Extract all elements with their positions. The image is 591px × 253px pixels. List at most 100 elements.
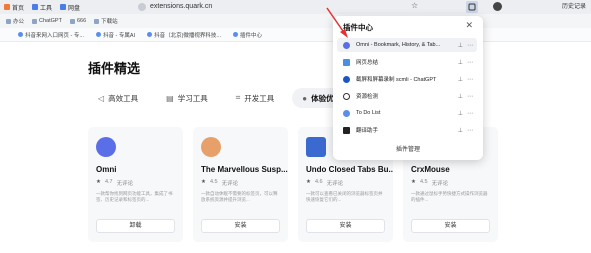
card-meta: ★ 4.5 无评论 [201, 179, 238, 187]
more-icon[interactable]: ⋯ [467, 93, 473, 100]
bookmark-label: 666 [76, 18, 87, 24]
more-icon[interactable]: ⋯ [467, 127, 473, 134]
page-link[interactable]: 抖音 - 专属AI [92, 31, 139, 39]
tab-drive[interactable]: 网盘 [56, 0, 84, 14]
page-icon [18, 32, 23, 37]
tab-label: 网盘 [68, 5, 81, 12]
page-link-label: 抖音（北京)微播视界科技... [154, 32, 221, 39]
card-title: The Marvellous Susp... [201, 165, 288, 174]
home-icon [4, 4, 10, 10]
uninstall-button[interactable]: 卸载 [96, 219, 175, 233]
page-icon [95, 32, 101, 37]
address-bar[interactable]: extensions.quark.cn [150, 0, 212, 14]
pin-icon[interactable]: ⊥ [458, 59, 463, 66]
pin-icon[interactable]: ⊥ [458, 42, 463, 49]
popup-extension-item[interactable]: 网页总结 ⊥ ⋯ [337, 55, 477, 69]
popup-extension-item[interactable]: 翻译助手 ⊥ ⋯ [337, 123, 477, 137]
card-description: 一款自动休眠不需要的标签页，可以释放系统资源并提升浏览... [201, 191, 278, 202]
install-button[interactable]: 安装 [411, 219, 490, 233]
card-note: 无评论 [431, 181, 449, 187]
star-icon: ★ [411, 179, 416, 185]
extension-card[interactable]: Omni ★ 4.7 无评论 一款帮你找到网页功能工具，集成了书签、历史记录和标签页… [88, 127, 183, 242]
undo-tabs-logo-icon [306, 137, 326, 157]
todo-icon [343, 109, 350, 117]
pin-icon[interactable]: ⊥ [458, 93, 463, 100]
page-link[interactable]: 抖音（北京)微播视界科技... [143, 31, 225, 39]
folder-icon [6, 18, 11, 24]
page-icon [233, 32, 238, 37]
cloud-drive-icon [60, 4, 67, 10]
bookmark-item[interactable]: 666 [66, 18, 90, 24]
history-button[interactable]: 历史记录 [562, 0, 586, 14]
more-icon[interactable]: ⋯ [467, 76, 473, 83]
manage-extensions-link[interactable]: 插件管理 [333, 144, 483, 153]
tab-tools[interactable]: 工具 [28, 0, 56, 14]
tab-label: 首页 [12, 5, 25, 12]
popup-extension-item[interactable]: 截屏和屏幕录制 scmli - ChatGPT ⊥ ⋯ [337, 72, 477, 86]
summary-icon [343, 58, 350, 66]
card-note: 无评论 [221, 181, 239, 187]
bookmark-item[interactable]: 办公 [2, 17, 28, 25]
puzzle-icon [468, 3, 476, 11]
card-meta: ★ 4.6 无评论 [306, 179, 343, 187]
card-meta: ★ 4.7 无评论 [96, 179, 133, 187]
card-description: 一款帮你找到网页功能工具，集成了书签、历史记录和标签页的... [96, 191, 173, 202]
bookmark-label: 办公 [13, 19, 25, 25]
star-icon: ★ [96, 179, 101, 185]
folder-icon [69, 18, 75, 24]
bookmark-star-icon[interactable]: ☆ [411, 1, 418, 10]
suspender-logo-icon [201, 137, 221, 157]
avatar[interactable] [493, 2, 502, 11]
bookmark-item[interactable]: 下载站 [90, 17, 122, 25]
popup-extension-item[interactable]: To Do List ⊥ ⋯ [337, 106, 477, 120]
site-info-icon[interactable] [138, 3, 146, 11]
extension-label: Omni - Bookmark, History, & Tab... [356, 42, 441, 48]
tools-icon [32, 4, 39, 10]
pin-icon[interactable]: ⊥ [458, 76, 463, 83]
card-rating: 4.7 [104, 179, 113, 185]
page-link[interactable]: 抖音来网入口网页 - 专... [14, 31, 88, 39]
page-title: 插件精选 [88, 61, 141, 76]
card-title: CrxMouse [411, 165, 450, 174]
tab-learning-tools[interactable]: ▤ 学习工具 [156, 88, 218, 108]
star-icon: ★ [306, 179, 311, 185]
popup-extension-item[interactable]: Omni - Bookmark, History, & Tab... ⊥ ⋯ [337, 38, 477, 52]
extension-label: 资源检测 [356, 94, 379, 100]
extension-label: 翻译助手 [356, 128, 379, 134]
install-button[interactable]: 安装 [201, 219, 280, 233]
extension-card[interactable]: The Marvellous Susp... ★ 4.5 无评论 一款自动休眠不需要… [193, 127, 288, 242]
tab-efficiency-tools[interactable]: ◁ 高效工具 [88, 88, 148, 108]
translate-icon [343, 126, 350, 134]
browser-tab-bar: 首页 工具 网盘 [0, 0, 591, 14]
tab-dev-tools[interactable]: ⌗ 开发工具 [226, 88, 285, 108]
book-icon: ▤ [166, 93, 174, 103]
popup-extension-item[interactable]: 资源检测 ⊥ ⋯ [337, 89, 477, 103]
card-description: 一款通过鼠标手势快捷方式操作浏览器的插件... [411, 191, 488, 202]
send-icon: ◁ [98, 93, 105, 103]
more-icon[interactable]: ⋯ [467, 42, 473, 49]
card-meta: ★ 4.5 无评论 [411, 179, 448, 187]
extension-label: To Do List [356, 110, 381, 116]
close-icon[interactable]: ✕ [465, 20, 473, 31]
more-icon[interactable]: ⋯ [467, 59, 473, 66]
card-note: 无评论 [116, 181, 134, 187]
folder-icon [94, 18, 100, 24]
page-icon [147, 32, 153, 37]
tab-home[interactable]: 首页 [0, 0, 28, 14]
page-link[interactable]: 插件中心 [229, 31, 266, 39]
page-link-label: 抖音来网入口网页 - 专... [25, 32, 84, 39]
pin-icon[interactable]: ⊥ [458, 127, 463, 134]
screenshot-icon [343, 75, 350, 83]
extensions-popup: 插件中心 ✕ Omni - Bookmark, History, & Tab..… [333, 16, 483, 160]
card-rating: 4.6 [314, 179, 323, 185]
bookmark-item[interactable]: ChatGPT [28, 18, 66, 24]
tab-label: 学习工具 [177, 93, 208, 103]
circle-icon: ● [302, 93, 308, 103]
pin-icon[interactable]: ⊥ [458, 110, 463, 117]
extensions-button[interactable] [466, 1, 478, 13]
card-rating: 4.5 [419, 179, 428, 185]
bookmark-label: ChatGPT [39, 18, 62, 24]
page-link-label: 抖音 - 专属AI [102, 32, 136, 39]
more-icon[interactable]: ⋯ [467, 110, 473, 117]
install-button[interactable]: 安装 [306, 219, 385, 233]
